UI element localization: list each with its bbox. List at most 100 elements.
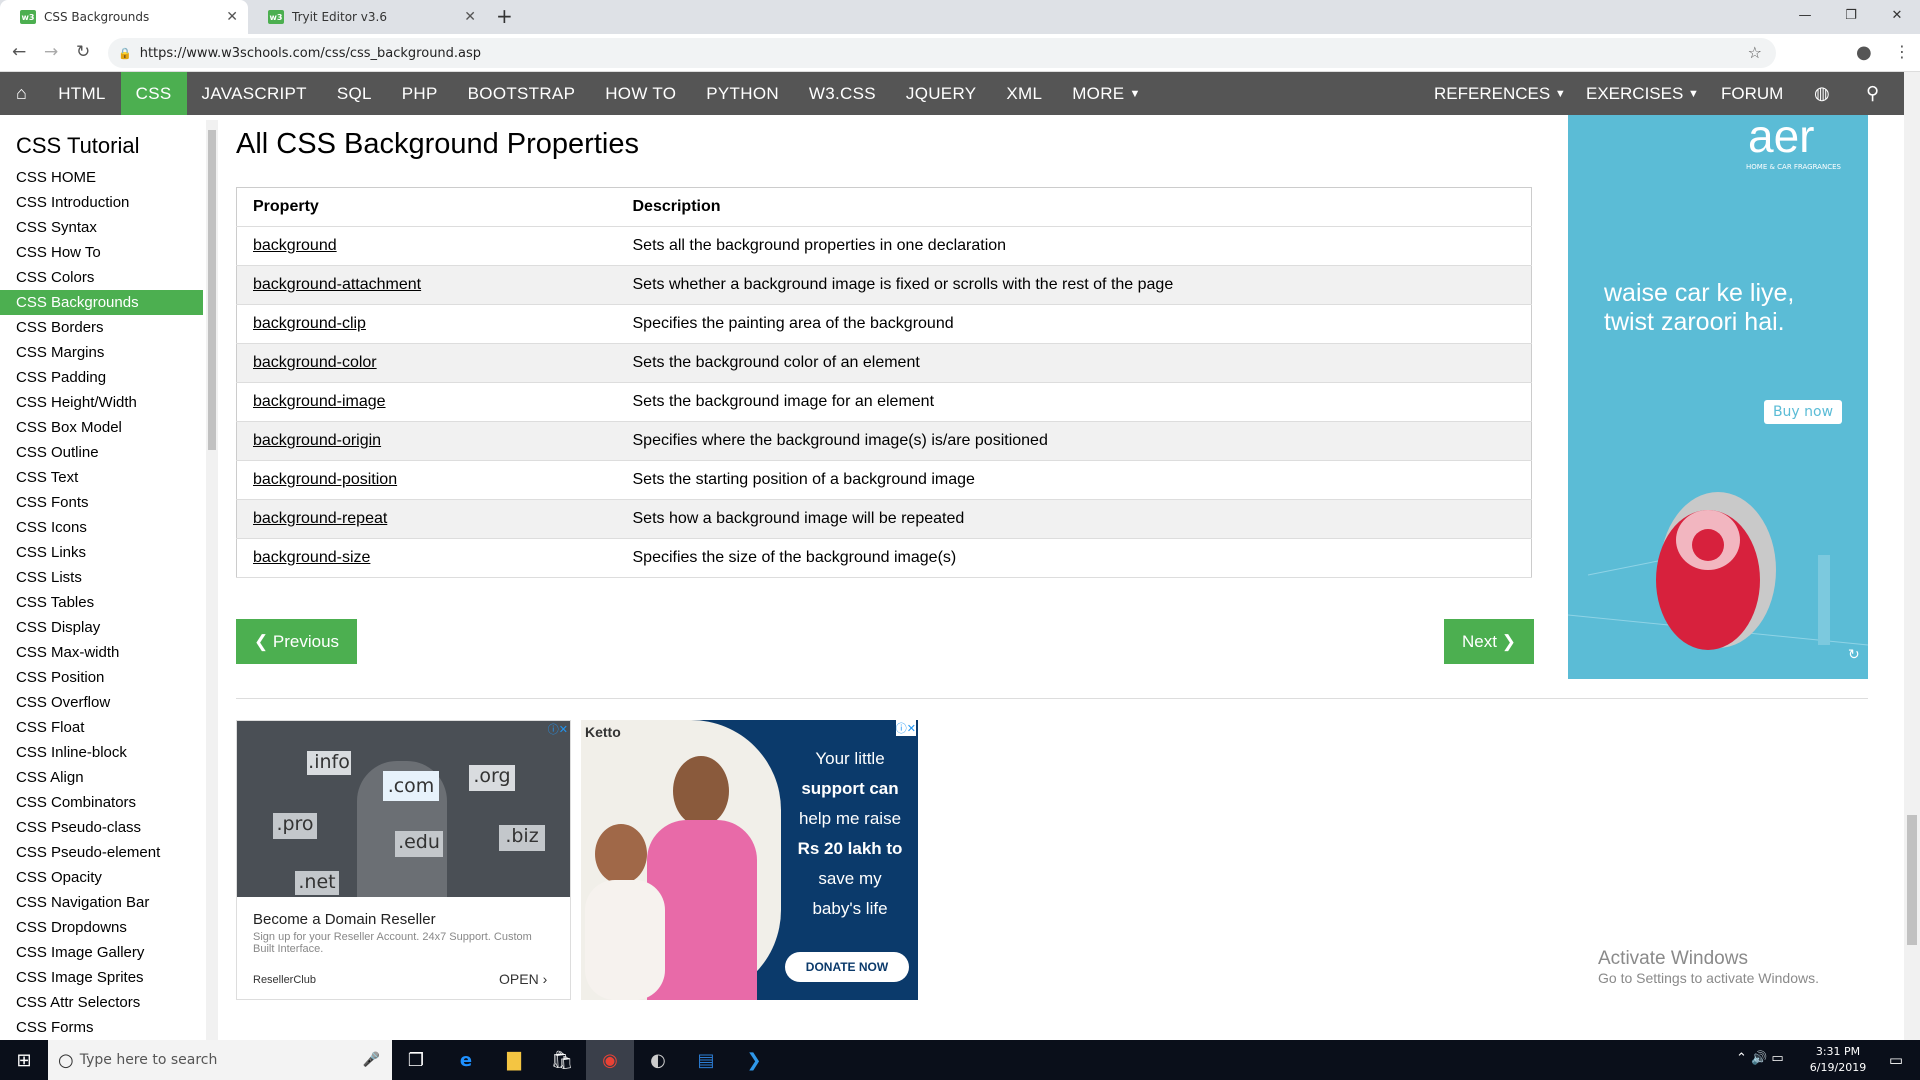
nav-w3css[interactable]: W3.CSS bbox=[794, 72, 891, 115]
chrome-icon[interactable]: ◉ bbox=[586, 1040, 634, 1080]
property-link[interactable]: background-color bbox=[253, 354, 377, 371]
nav-php[interactable]: PHP bbox=[387, 72, 453, 115]
nav-more[interactable]: MORE ▼ bbox=[1057, 72, 1155, 115]
sidebar-link[interactable]: CSS Padding bbox=[0, 365, 218, 390]
donate-now-button[interactable]: DONATE NOW bbox=[785, 952, 909, 982]
sidebar-link[interactable]: CSS How To bbox=[0, 240, 218, 265]
aer-advertisement[interactable]: aer HOME & CAR FRAGRANCES waise car ke l… bbox=[1568, 115, 1868, 679]
close-tab-icon[interactable]: ✕ bbox=[464, 9, 476, 25]
property-link[interactable]: background-image bbox=[253, 393, 386, 410]
bookmark-star-icon[interactable]: ☆ bbox=[1748, 43, 1762, 62]
buy-now-button[interactable]: Buy now bbox=[1764, 400, 1842, 424]
sidebar-link[interactable]: CSS Display bbox=[0, 615, 218, 640]
sidebar-link[interactable]: CSS Height/Width bbox=[0, 390, 218, 415]
sidebar-link[interactable]: CSS Dropdowns bbox=[0, 915, 218, 940]
sidebar-link[interactable]: CSS Navigation Bar bbox=[0, 890, 218, 915]
reload-icon[interactable]: ↻ bbox=[76, 42, 90, 62]
sidebar-link[interactable]: CSS Forms bbox=[0, 1015, 218, 1040]
nav-xml[interactable]: XML bbox=[991, 72, 1057, 115]
tab-tryit-editor[interactable]: w3 Tryit Editor v3.6 ✕ bbox=[248, 0, 486, 34]
sidebar-link[interactable]: CSS Margins bbox=[0, 340, 218, 365]
property-link[interactable]: background-origin bbox=[253, 432, 381, 449]
close-window-icon[interactable]: ✕ bbox=[1874, 0, 1920, 30]
sidebar-link[interactable]: CSS Combinators bbox=[0, 790, 218, 815]
sidebar-link[interactable]: CSS Borders bbox=[0, 315, 218, 340]
sidebar-link[interactable]: CSS Float bbox=[0, 715, 218, 740]
sidebar-link[interactable]: CSS Image Sprites bbox=[0, 965, 218, 990]
forward-icon[interactable]: → bbox=[44, 42, 58, 62]
taskbar-search-input[interactable]: ○ Type here to search 🎤 bbox=[48, 1040, 392, 1080]
new-tab-icon[interactable]: + bbox=[496, 4, 513, 28]
sidebar-link[interactable]: CSS Position bbox=[0, 665, 218, 690]
page-scroll-thumb[interactable] bbox=[1907, 815, 1917, 945]
nav-howto[interactable]: HOW TO bbox=[590, 72, 691, 115]
sidebar-link[interactable]: CSS Overflow bbox=[0, 690, 218, 715]
vscode-icon[interactable]: ❯ bbox=[730, 1040, 778, 1080]
ketto-advertisement[interactable]: Ketto ⓘ✕ Your little support can help me… bbox=[581, 720, 918, 1000]
sidebar-link[interactable]: CSS Backgrounds bbox=[0, 290, 203, 315]
sidebar-link[interactable]: CSS Image Gallery bbox=[0, 940, 218, 965]
windows-start-icon[interactable]: ⊞ bbox=[0, 1040, 48, 1080]
sidebar-scroll-thumb[interactable] bbox=[208, 130, 216, 450]
property-link[interactable]: background-clip bbox=[253, 315, 366, 332]
edge-icon[interactable]: e bbox=[442, 1040, 490, 1080]
nav-jquery[interactable]: JQUERY bbox=[891, 72, 991, 115]
maximize-icon[interactable]: ❐ bbox=[1828, 0, 1874, 30]
sidebar-link[interactable]: CSS Box Model bbox=[0, 415, 218, 440]
nav-references[interactable]: REFERENCES ▼ bbox=[1434, 72, 1566, 115]
sidebar-link[interactable]: CSS Text bbox=[0, 465, 218, 490]
sidebar-link[interactable]: CSS HOME bbox=[0, 165, 218, 190]
nav-css[interactable]: CSS bbox=[120, 72, 187, 115]
globe-icon[interactable]: ◍ bbox=[1814, 72, 1830, 115]
property-link[interactable]: background-attachment bbox=[253, 276, 421, 293]
property-link[interactable]: background-size bbox=[253, 549, 370, 566]
nav-exercises[interactable]: EXERCISES ▼ bbox=[1586, 72, 1699, 115]
previous-button[interactable]: ❮ Previous bbox=[236, 619, 357, 664]
nav-html[interactable]: HTML bbox=[43, 72, 120, 115]
address-bar[interactable]: 🔒 https://www.w3schools.com/css/css_back… bbox=[108, 38, 1776, 68]
search-icon[interactable]: ⚲ bbox=[1866, 72, 1879, 115]
sidebar-link[interactable]: CSS Inline-block bbox=[0, 740, 218, 765]
sidebar-link[interactable]: CSS Fonts bbox=[0, 490, 218, 515]
task-view-icon[interactable]: ❐ bbox=[392, 1040, 440, 1080]
sidebar-link[interactable]: CSS Outline bbox=[0, 440, 218, 465]
sidebar-link[interactable]: CSS Introduction bbox=[0, 190, 218, 215]
clock[interactable]: 3:31 PM 6/19/2019 bbox=[1806, 1044, 1870, 1076]
home-icon[interactable]: ⌂ bbox=[0, 72, 43, 115]
sidebar-link[interactable]: CSS Max-width bbox=[0, 640, 218, 665]
sidebar-link[interactable]: CSS Align bbox=[0, 765, 218, 790]
property-link[interactable]: background-repeat bbox=[253, 510, 387, 527]
nav-forum[interactable]: FORUM bbox=[1721, 72, 1783, 115]
store-icon[interactable]: 🛍 bbox=[538, 1040, 586, 1080]
property-link[interactable]: background bbox=[253, 237, 337, 254]
domain-reseller-advertisement[interactable]: .info .com .org .pro .edu .biz .net ⓘ✕ B… bbox=[236, 720, 571, 1000]
sidebar-link[interactable]: CSS Icons bbox=[0, 515, 218, 540]
file-explorer-icon[interactable]: ▇ bbox=[490, 1040, 538, 1080]
back-icon[interactable]: ← bbox=[12, 42, 26, 62]
document-icon[interactable]: ▤ bbox=[682, 1040, 730, 1080]
nav-bootstrap[interactable]: BOOTSTRAP bbox=[453, 72, 591, 115]
minimize-icon[interactable]: — bbox=[1782, 0, 1828, 30]
sidebar-link[interactable]: CSS Links bbox=[0, 540, 218, 565]
profile-icon[interactable]: ● bbox=[1856, 42, 1872, 63]
sidebar-link[interactable]: CSS Syntax bbox=[0, 215, 218, 240]
refresh-icon[interactable]: ↻ bbox=[1848, 647, 1860, 663]
property-link[interactable]: background-position bbox=[253, 471, 397, 488]
microphone-icon[interactable]: 🎤 bbox=[363, 1052, 380, 1068]
open-button[interactable]: OPEN › bbox=[499, 971, 547, 987]
system-tray-icons[interactable]: ⌃ 🔊 ▭ bbox=[1736, 1051, 1784, 1066]
adchoices-icon[interactable]: ⓘ✕ bbox=[895, 720, 916, 736]
menu-dots-icon[interactable]: ⋮ bbox=[1894, 42, 1910, 61]
close-tab-icon[interactable]: ✕ bbox=[226, 9, 238, 25]
nav-sql[interactable]: SQL bbox=[322, 72, 387, 115]
adchoices-icon[interactable]: ⓘ✕ bbox=[548, 721, 568, 737]
nav-python[interactable]: PYTHON bbox=[691, 72, 794, 115]
nav-javascript[interactable]: JAVASCRIPT bbox=[187, 72, 322, 115]
sidebar-link[interactable]: CSS Colors bbox=[0, 265, 218, 290]
sidebar-link[interactable]: CSS Pseudo-element bbox=[0, 840, 218, 865]
notification-icon[interactable]: ▭ bbox=[1872, 1040, 1920, 1080]
sidebar-link[interactable]: CSS Tables bbox=[0, 590, 218, 615]
next-button[interactable]: Next ❯ bbox=[1444, 619, 1534, 664]
sidebar-link[interactable]: CSS Lists bbox=[0, 565, 218, 590]
sidebar-link[interactable]: CSS Attr Selectors bbox=[0, 990, 218, 1015]
